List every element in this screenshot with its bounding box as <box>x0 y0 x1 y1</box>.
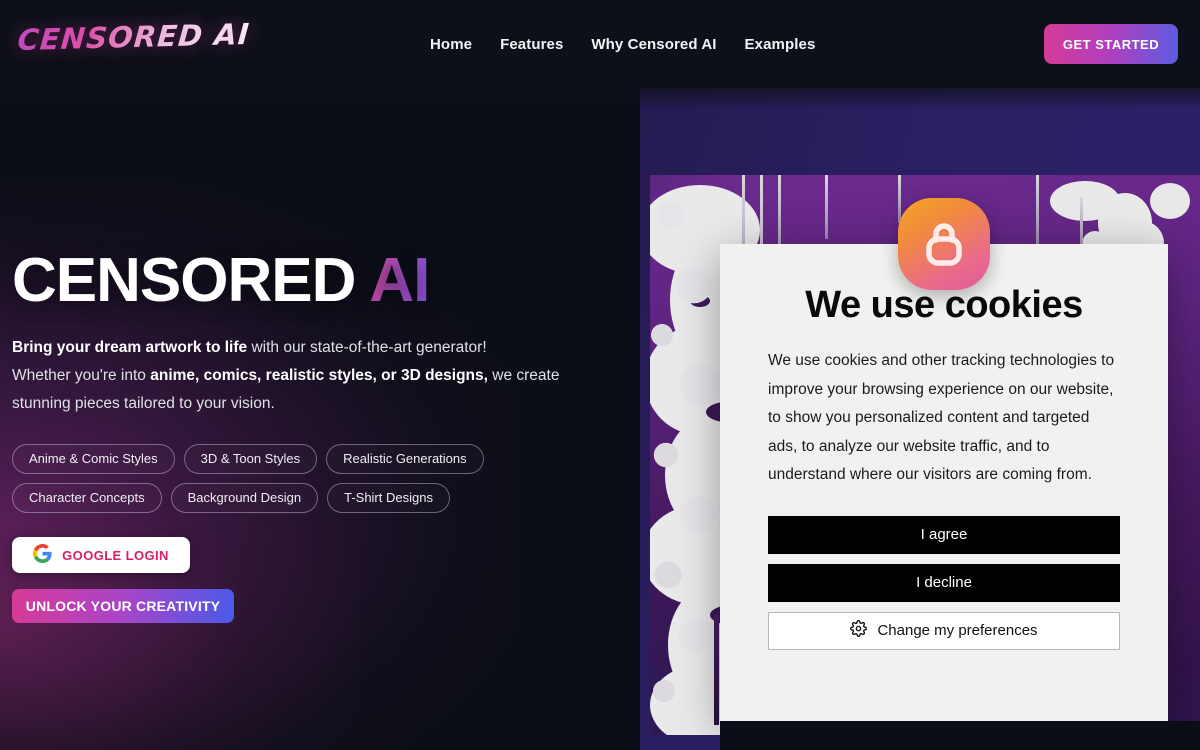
cookie-preferences-label: Change my preferences <box>877 622 1038 639</box>
nav-item-examples[interactable]: Examples <box>745 36 816 53</box>
main-navigation: Home Features Why Censored AI Examples <box>430 0 815 88</box>
nav-item-why-censored-ai[interactable]: Why Censored AI <box>591 36 716 53</box>
hero-desc-text-2: Whether you're into <box>12 367 151 384</box>
cookie-decline-button[interactable]: I decline <box>768 563 1120 602</box>
cookie-consent-dialog: We use cookies We use cookies and other … <box>720 198 1168 721</box>
nav-item-features[interactable]: Features <box>500 36 563 53</box>
page-bottom-fill <box>720 721 1200 750</box>
tag-realistic-generations[interactable]: Realistic Generations <box>326 444 484 474</box>
cookie-agree-button[interactable]: I agree <box>768 515 1120 554</box>
cookie-dialog-body: We use cookies and other tracking techno… <box>768 352 1115 483</box>
google-icon <box>33 544 52 566</box>
tag-background-design[interactable]: Background Design <box>170 483 319 513</box>
site-header: CENSORED AI Home Features Why Censored A… <box>0 0 1200 88</box>
unlock-creativity-button[interactable]: UNLOCK YOUR CREATIVITY <box>12 589 234 623</box>
gear-icon <box>850 620 868 641</box>
google-login-label: GOOGLE LOGIN <box>62 547 169 563</box>
tag-anime-comic-styles[interactable]: Anime & Comic Styles <box>12 444 175 474</box>
hero-desc-text-1: with our state-of-the-art generator! <box>247 339 487 356</box>
tag-tshirt-designs[interactable]: T-Shirt Designs <box>327 483 450 513</box>
hero-title-accent: AI <box>369 246 430 315</box>
google-login-button[interactable]: GOOGLE LOGIN <box>12 537 190 573</box>
nav-item-home[interactable]: Home <box>430 36 472 53</box>
get-started-button[interactable]: GET STARTED <box>1044 24 1178 64</box>
hero-description: Bring your dream artwork to life with ou… <box>12 334 597 418</box>
hero-title: CENSORED AI <box>12 250 622 312</box>
tag-3d-toon-styles[interactable]: 3D & Toon Styles <box>183 444 318 474</box>
hero-title-main: CENSORED <box>12 246 356 315</box>
hero-desc-bold-1: Bring your dream artwork to life <box>12 339 248 356</box>
cookie-preferences-button[interactable]: Change my preferences <box>768 611 1120 650</box>
tag-character-concepts[interactable]: Character Concepts <box>12 483 162 513</box>
padlock-icon <box>898 198 990 290</box>
hero-desc-bold-2: anime, comics, realistic styles, or 3D d… <box>150 367 488 384</box>
site-logo[interactable]: CENSORED AI <box>16 17 251 57</box>
cookie-dialog-actions: I agree I decline Change my preferences <box>768 515 1120 650</box>
style-tag-list: Anime & Comic Styles 3D & Toon Styles Re… <box>12 444 592 513</box>
page-root: CENSORED AI Home Features Why Censored A… <box>0 0 1200 750</box>
hero-section: CENSORED AI Bring your dream artwork to … <box>12 250 622 623</box>
